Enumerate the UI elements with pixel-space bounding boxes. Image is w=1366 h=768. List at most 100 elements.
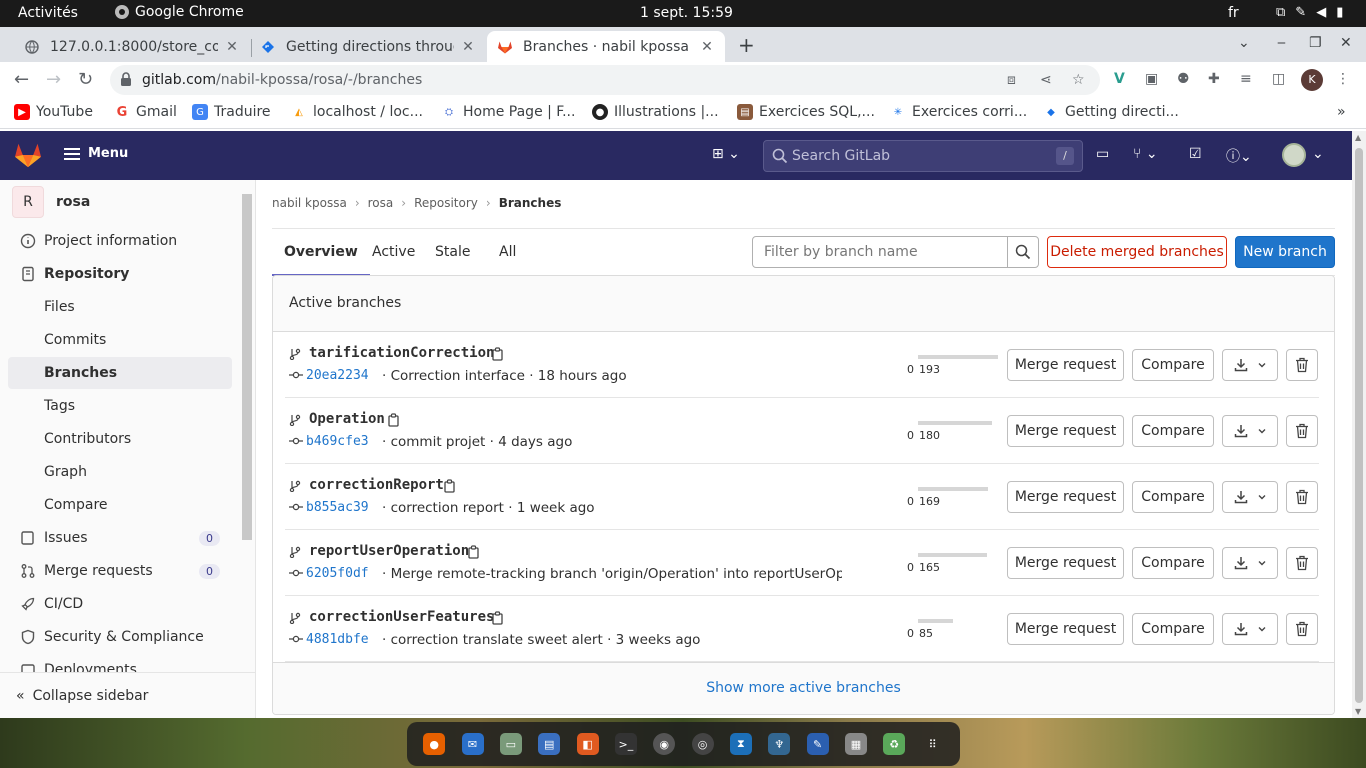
delete-branch-button[interactable]	[1286, 547, 1318, 579]
breadcrumb-current[interactable]: Branches	[499, 196, 562, 210]
reload-icon[interactable]: ↻	[78, 69, 93, 90]
archive-icon[interactable]: ▦	[844, 733, 867, 755]
bookmark-home-page[interactable]: ⛭ Home Page | F...	[441, 104, 575, 120]
merge-request-button[interactable]: Merge request	[1007, 613, 1124, 645]
create-new-icon[interactable]: ⊞ ⌄	[712, 146, 740, 162]
sidebar-item-contributors[interactable]: Contributors	[8, 423, 232, 455]
sidebar-item-tags[interactable]: Tags	[8, 390, 232, 422]
puzzle-extensions-icon[interactable]: ✚	[1208, 71, 1220, 87]
translate-icon[interactable]: ⧈	[1007, 72, 1016, 88]
merge-request-button[interactable]: Merge request	[1007, 481, 1124, 513]
delete-branch-button[interactable]	[1286, 415, 1318, 447]
delete-branch-button[interactable]	[1286, 481, 1318, 513]
more-bookmarks-icon[interactable]: »	[1337, 104, 1346, 120]
scrollbar-thumb[interactable]	[1355, 148, 1363, 703]
breadcrumb-item[interactable]: Repository	[414, 196, 478, 210]
software-icon[interactable]: ◧	[576, 733, 599, 755]
sidebar-item-security-compliance[interactable]: Security & Compliance	[8, 621, 232, 653]
tab-all[interactable]: All	[487, 244, 528, 276]
reading-list-icon[interactable]: ≡	[1240, 71, 1252, 87]
compare-button[interactable]: Compare	[1132, 349, 1214, 381]
download-dropdown-button[interactable]	[1222, 415, 1278, 447]
bookmark-illustrations[interactable]: ● Illustrations |...	[592, 104, 719, 120]
bookmark-youtube[interactable]: ▶ YouTube	[14, 104, 93, 120]
delete-branch-button[interactable]	[1286, 613, 1318, 645]
close-tab-icon[interactable]: ✕	[460, 39, 476, 55]
obs-icon[interactable]: ◎	[691, 733, 714, 755]
browser-tab-active[interactable]: Branches · nabil kpossa / ✕	[487, 31, 725, 62]
sidebar-item-compare[interactable]: Compare	[8, 489, 232, 521]
chrome-icon[interactable]: ◉	[653, 733, 676, 755]
issues-icon[interactable]: ▭	[1096, 146, 1109, 162]
share-icon[interactable]: ⋖	[1040, 72, 1052, 88]
download-dropdown-button[interactable]	[1222, 481, 1278, 513]
copy-branch-name-icon[interactable]	[491, 611, 505, 625]
breadcrumb-item[interactable]: nabil kpossa	[272, 196, 347, 210]
bookmark-exercices-corriges[interactable]: ✳ Exercices corri...	[890, 104, 1027, 120]
tab-active[interactable]: Active	[360, 244, 427, 276]
show-apps-icon[interactable]: ⠿	[922, 733, 944, 755]
bookmark-getting-directions[interactable]: ◆ Getting directi...	[1043, 104, 1179, 120]
gitlab-logo-icon[interactable]	[14, 142, 42, 168]
sidebar-item-graph[interactable]: Graph	[8, 456, 232, 488]
system-tray[interactable]: ⧉ ✎ ◀ ▮	[1276, 5, 1343, 20]
page-scrollbar[interactable]: ▲ ▼	[1352, 131, 1366, 718]
commit-sha-link[interactable]: b855ac39	[306, 500, 369, 515]
tab-stale[interactable]: Stale	[423, 244, 482, 276]
terminal-icon[interactable]: >_	[614, 733, 637, 755]
main-menu-button[interactable]: Menu	[64, 146, 128, 161]
chevron-down-icon[interactable]: ⌄	[1312, 146, 1324, 162]
delete-merged-branches-button[interactable]: Delete merged branches	[1047, 236, 1227, 268]
compare-button[interactable]: Compare	[1132, 613, 1214, 645]
branch-name[interactable]: correctionUserFeatures	[309, 609, 494, 625]
sidebar-item-repository[interactable]: Repository	[8, 258, 232, 290]
filter-branch-input[interactable]	[753, 237, 1008, 267]
scroll-up-icon[interactable]: ▲	[1355, 133, 1361, 142]
copy-branch-name-icon[interactable]	[491, 347, 505, 361]
forward-icon[interactable]: →	[46, 69, 61, 90]
sidebar-item-project-information[interactable]: Project information	[8, 225, 232, 257]
commit-sha-link[interactable]: 6205f0df	[306, 566, 369, 581]
sidebar-item-ci-cd[interactable]: CI/CD	[8, 588, 232, 620]
merge-requests-icon[interactable]: ⑂ ⌄	[1133, 146, 1158, 162]
new-tab-icon[interactable]: +	[738, 33, 755, 57]
search-input[interactable]: Search GitLab /	[763, 140, 1083, 172]
browser-tab[interactable]: Getting directions throug ✕	[250, 31, 486, 62]
branch-name[interactable]: correctionReport	[309, 477, 444, 493]
maximize-icon[interactable]: ❐	[1309, 35, 1322, 51]
branch-name[interactable]: reportUserOperation	[309, 543, 469, 559]
browser-tab[interactable]: 127.0.0.1:8000/store_com ✕	[14, 31, 250, 62]
breadcrumb-item[interactable]: rosa	[368, 196, 394, 210]
bookmark-star-icon[interactable]: ☆	[1072, 72, 1085, 88]
clock[interactable]: 1 sept. 15:59	[640, 5, 733, 21]
chrome-menu-icon[interactable]: ⋮	[1336, 71, 1350, 87]
firefox-icon[interactable]: ●	[423, 733, 446, 755]
thunderbird-icon[interactable]: ✉	[461, 733, 484, 755]
bookmark-phpmyadmin[interactable]: ◭ localhost / loc...	[291, 104, 423, 120]
notes-icon[interactable]: ✎	[806, 733, 829, 755]
back-icon[interactable]: ←	[14, 69, 29, 90]
close-tab-icon[interactable]: ✕	[699, 39, 715, 55]
user-avatar[interactable]	[1282, 143, 1306, 167]
help-icon[interactable]: ⓘ⌄	[1226, 146, 1252, 166]
search-icon[interactable]	[1007, 237, 1038, 267]
tab-search-icon[interactable]: ⌄	[1238, 35, 1250, 51]
sidebar-item-merge-requests[interactable]: Merge requests 0	[8, 555, 232, 587]
text-editor-icon[interactable]: ▤	[538, 733, 561, 755]
commit-sha-link[interactable]: 4881dbfe	[306, 632, 369, 647]
sidebar-item-issues[interactable]: Issues 0	[8, 522, 232, 554]
copy-branch-name-icon[interactable]	[467, 545, 481, 559]
sidebar-item-branches[interactable]: Branches	[8, 357, 232, 389]
new-branch-button[interactable]: New branch	[1235, 236, 1335, 268]
trash-icon[interactable]: ♻	[883, 733, 906, 755]
sidebar-item-files[interactable]: Files	[8, 291, 232, 323]
scroll-down-icon[interactable]: ▼	[1355, 707, 1361, 716]
download-dropdown-button[interactable]	[1222, 613, 1278, 645]
commit-sha-link[interactable]: b469cfe3	[306, 434, 369, 449]
sidebar-scrollbar[interactable]	[242, 194, 252, 540]
commit-sha-link[interactable]: 20ea2234	[306, 368, 369, 383]
close-tab-icon[interactable]: ✕	[224, 39, 240, 55]
compare-button[interactable]: Compare	[1132, 481, 1214, 513]
download-dropdown-button[interactable]	[1222, 349, 1278, 381]
delete-branch-button[interactable]	[1286, 349, 1318, 381]
